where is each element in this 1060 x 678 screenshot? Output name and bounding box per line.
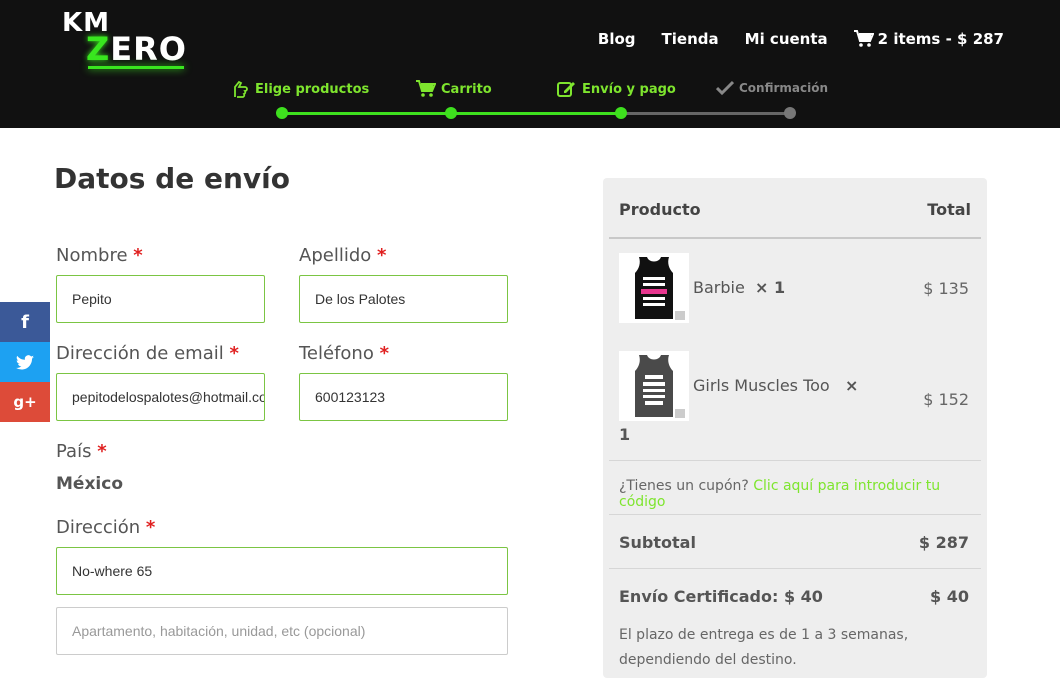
facebook-share-button[interactable]: f bbox=[0, 302, 50, 342]
summary-header-total: Total bbox=[927, 200, 971, 219]
step-envio-y-pago[interactable]: Envío y pago bbox=[557, 80, 676, 98]
nombre-label: Nombre * bbox=[56, 245, 143, 266]
product-qty-girls-muscles-too: 1 bbox=[619, 425, 631, 444]
google-plus-share-button[interactable]: g+ bbox=[0, 382, 50, 422]
apellido-field[interactable]: De los Palotes bbox=[299, 275, 508, 323]
google-plus-icon: g+ bbox=[13, 393, 37, 411]
coupon-prompt: ¿Tienes un cupón? Clic aquí para introdu… bbox=[619, 478, 941, 510]
telefono-label: Teléfono * bbox=[299, 343, 390, 364]
email-label: Dirección de email * bbox=[56, 343, 239, 364]
order-summary: Producto Total Barbie × 1 $ 135 Girls Mu… bbox=[603, 178, 987, 678]
twitter-share-button[interactable] bbox=[0, 342, 50, 382]
subtotal-value: $ 287 bbox=[918, 533, 969, 552]
pais-label: País * bbox=[56, 441, 107, 462]
nav-cart[interactable]: 2 items - $ 287 bbox=[853, 30, 1004, 48]
nav-mi-cuenta[interactable]: Mi cuenta bbox=[745, 30, 828, 48]
product-price-girls-muscles-too: $ 152 bbox=[923, 390, 969, 409]
cart-icon bbox=[853, 30, 874, 47]
shipping-note: El plazo de entrega es de 1 a 3 semanas,… bbox=[619, 627, 909, 668]
nav-blog[interactable]: Blog bbox=[598, 30, 636, 48]
check-icon bbox=[716, 80, 734, 96]
logo-glow bbox=[88, 66, 184, 69]
apellido-label: Apellido * bbox=[299, 245, 387, 266]
step-confirmacion: Confirmación bbox=[716, 80, 828, 96]
facebook-icon: f bbox=[21, 311, 29, 333]
subtotal-label: Subtotal bbox=[619, 533, 696, 552]
progress-dot-1 bbox=[276, 107, 288, 119]
pointing-hand-icon bbox=[234, 80, 248, 98]
product-thumbnail-girls-muscles-too bbox=[619, 351, 689, 421]
progress-line-pending bbox=[620, 112, 790, 115]
kmzero-logo[interactable]: KM ZERO bbox=[60, 8, 190, 70]
site-header: KM ZERO Blog Tienda Mi cuenta 2 items - … bbox=[0, 0, 1060, 128]
progress-dot-2 bbox=[445, 107, 457, 119]
product-name-barbie: Barbie × 1 bbox=[693, 278, 786, 297]
summary-header-producto: Producto bbox=[619, 200, 701, 219]
summary-divider bbox=[609, 460, 981, 461]
product-thumbnail-barbie bbox=[619, 253, 689, 323]
nombre-field[interactable]: Pepito bbox=[56, 275, 265, 323]
product-price-barbie: $ 135 bbox=[923, 279, 969, 298]
edit-icon bbox=[557, 82, 575, 97]
logo-zero: ZERO bbox=[86, 30, 187, 68]
shipping-value: $ 40 bbox=[930, 587, 969, 606]
direccion-label: Dirección * bbox=[56, 517, 156, 538]
step-elige-productos[interactable]: Elige productos bbox=[232, 80, 369, 98]
pais-value: México bbox=[56, 474, 123, 494]
progress-dot-3 bbox=[615, 107, 627, 119]
email-field[interactable]: pepitodelospalotes@hotmail.com bbox=[56, 373, 265, 421]
nav-tienda[interactable]: Tienda bbox=[662, 30, 719, 48]
telefono-field[interactable]: 600123123 bbox=[299, 373, 508, 421]
cart-icon bbox=[416, 80, 436, 97]
product-name-girls-muscles-too: Girls Muscles Too × bbox=[693, 376, 859, 395]
shipping-label: Envío Certificado: $ 40 bbox=[619, 587, 823, 606]
twitter-icon bbox=[16, 354, 34, 370]
direccion-field[interactable]: No-where 65 bbox=[56, 547, 508, 595]
checkout-steps: Elige productos Carrito Envío y pago Con… bbox=[0, 78, 1060, 128]
summary-divider bbox=[609, 514, 981, 515]
progress-dot-4 bbox=[784, 107, 796, 119]
summary-divider bbox=[609, 568, 981, 569]
summary-divider bbox=[609, 237, 981, 239]
page-title: Datos de envío bbox=[54, 162, 290, 195]
apartamento-field[interactable]: Apartamento, habitación, unidad, etc (op… bbox=[56, 607, 508, 655]
main-nav: Blog Tienda Mi cuenta 2 items - $ 287 bbox=[572, 30, 1004, 48]
cart-summary: 2 items - $ 287 bbox=[877, 30, 1004, 48]
step-carrito[interactable]: Carrito bbox=[416, 80, 492, 98]
